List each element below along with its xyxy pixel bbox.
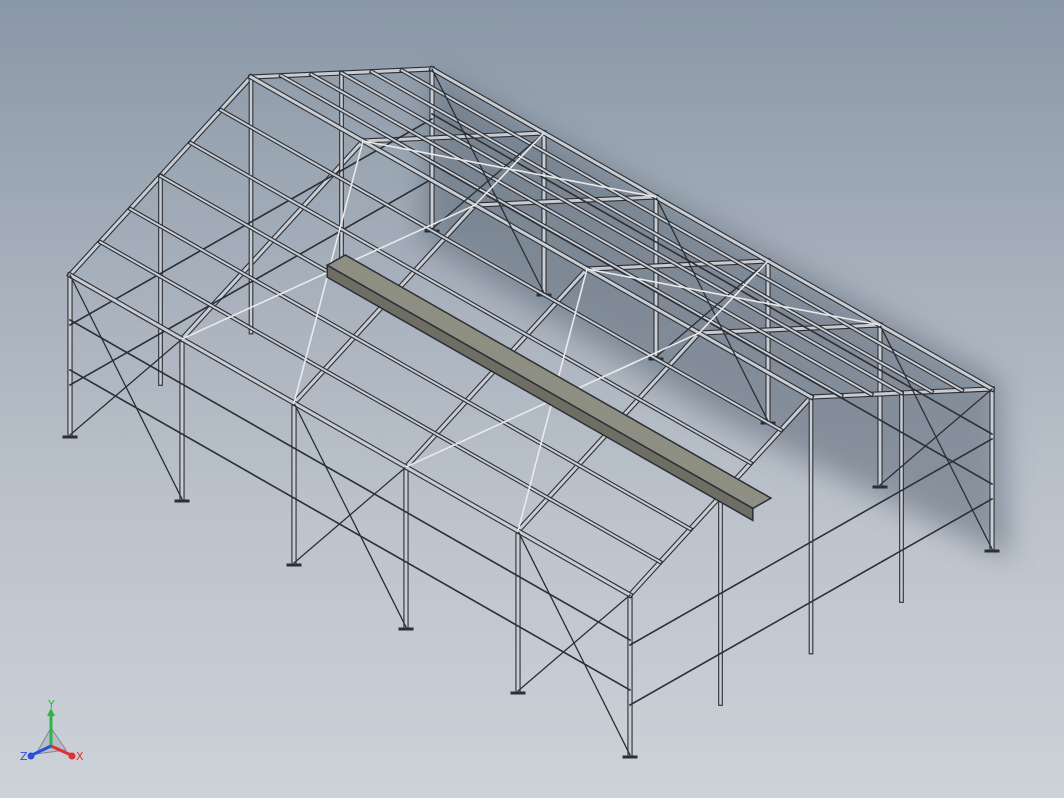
wall-bracing <box>293 466 407 564</box>
x-axis-label: X <box>76 750 84 763</box>
girt <box>430 162 994 486</box>
purlin <box>309 72 873 396</box>
purlin <box>67 272 633 598</box>
wall-bracing <box>517 594 631 692</box>
purlin <box>279 74 843 398</box>
axis-triad: Y X Z <box>14 698 94 780</box>
graphics-viewport[interactable]: Y X Z <box>0 0 1064 798</box>
girt <box>68 368 632 692</box>
steel-frame-model[interactable] <box>0 0 1064 798</box>
z-axis-label: Z <box>20 750 28 763</box>
girt <box>68 318 632 642</box>
y-axis-label: Y <box>47 700 55 711</box>
